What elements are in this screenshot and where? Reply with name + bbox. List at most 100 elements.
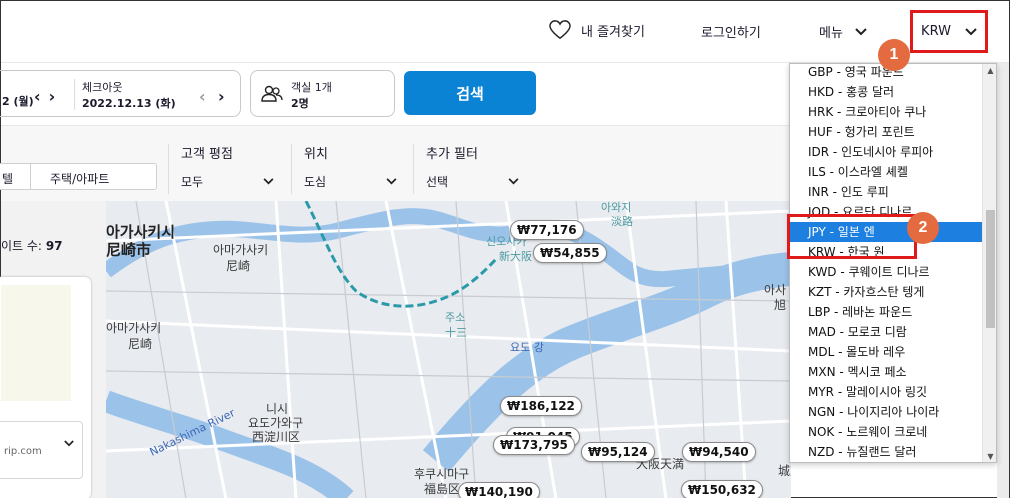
map-label-asahi: 아사: [764, 283, 787, 297]
date-prev-next-checkin[interactable]: ‹›: [34, 87, 63, 106]
filter-divider: [168, 144, 169, 194]
results-count-label: 이트 수:: [1, 239, 42, 253]
map-label-juso-jp: 十三: [445, 326, 467, 339]
currency-option[interactable]: HRK - 크로아티아 쿠나: [790, 102, 982, 122]
price-marker[interactable]: ₩94,540: [682, 442, 756, 462]
checkin-value: 2 (월): [2, 95, 34, 108]
currency-option[interactable]: MXN - 멕시코 페소: [790, 362, 982, 382]
currency-option[interactable]: INR - 인도 루피: [790, 182, 982, 202]
map-label-yodo-river: 요도 강: [510, 341, 544, 354]
currency-option[interactable]: NGN - 나이지리아 나이라: [790, 402, 982, 422]
map-label-amagasaki: 아마가사키: [213, 243, 269, 257]
chevron-down-icon: [855, 27, 867, 35]
currency-options: GBP - 영국 파운드 HKD - 홍콩 달러 HRK - 크로아티아 쿠나 HUF…: [790, 64, 982, 462]
map-label-joto-ku: 城東区: [778, 464, 791, 478]
currency-option[interactable]: MAD - 모로코 디람: [790, 322, 982, 342]
page-right-edge: [997, 63, 1009, 498]
date-prev-checkout[interactable]: ‹: [199, 87, 214, 106]
map-label-amagasaki-2-jp: 尼崎: [128, 337, 153, 351]
jpy-highlight-box: [787, 214, 917, 259]
favorites-link[interactable]: 내 즐겨찾기: [549, 20, 645, 40]
chevron-down-icon: [263, 178, 274, 185]
currency-option[interactable]: IDR - 인도네시아 루피아: [790, 142, 982, 162]
login-link[interactable]: 로그인하기: [701, 22, 761, 41]
provider-dropdown[interactable]: rip.com: [0, 421, 83, 479]
map-label-fukushima-ku-jp: 福島区: [424, 482, 461, 496]
currency-option[interactable]: MDL - 몰도바 레우: [790, 342, 982, 362]
location-value: 도심: [304, 175, 327, 189]
map-label-asahi-jp: 旭: [774, 298, 787, 312]
deal-area: [1, 285, 71, 401]
currency-option[interactable]: NZD - 뉴질랜드 달러: [790, 442, 982, 462]
filter-more[interactable]: 추가 필터 선택: [413, 126, 528, 202]
heart-icon: [549, 20, 571, 40]
filter-bar: 텔 주택/아파트 고객 평점 모두 위치 도심 추가 필터 선택: [0, 125, 791, 202]
top-navigation-bar: 내 즐겨찾기 로그인하기 메뉴 KRW: [1, 1, 1009, 63]
price-marker[interactable]: ₩95,124: [581, 442, 655, 462]
price-marker[interactable]: ₩140,190: [458, 482, 540, 498]
map-label-nishi: 니시: [266, 402, 289, 416]
date-next-checkout[interactable]: ›: [218, 87, 233, 106]
currency-option[interactable]: LBP - 레바논 파운드: [790, 302, 982, 322]
map-label-fukushima-ku: 후쿠시마구: [414, 467, 470, 481]
price-marker[interactable]: ₩54,855: [533, 243, 607, 263]
filter-divider: [413, 144, 414, 194]
guest-rating-title: 고객 평점: [181, 147, 233, 162]
property-type-toggle[interactable]: 텔 주택/아파트: [0, 163, 157, 190]
provider-name: rip.com: [4, 446, 42, 457]
currency-option[interactable]: ILS - 이스라엘 셰켈: [790, 162, 982, 182]
guest-rating-value: 모두: [181, 175, 204, 189]
price-marker[interactable]: ₩186,122: [500, 396, 582, 416]
more-filters-title: 추가 필터: [426, 147, 478, 162]
menu-button[interactable]: 메뉴: [819, 22, 867, 41]
filter-location[interactable]: 위치 도심: [291, 126, 406, 202]
currency-option[interactable]: KWD - 쿠웨이트 디나르: [790, 262, 982, 282]
checkout-label: 체크아웃: [82, 81, 123, 94]
chevron-down-icon: [965, 27, 977, 35]
currency-option[interactable]: MYR - 말레이시아 링깃: [790, 382, 982, 402]
rooms-label: 객실 1개: [291, 81, 332, 94]
map-label-yodogawa-ku: 요도가와구: [248, 416, 304, 430]
dropdown-scrollbar[interactable]: ▲ ▼: [982, 64, 996, 462]
location-title: 위치: [304, 147, 328, 162]
scroll-thumb[interactable]: [986, 210, 995, 328]
property-type-hotel[interactable]: 텔: [2, 170, 13, 187]
search-button[interactable]: 검색: [404, 71, 536, 115]
scroll-down-arrow[interactable]: ▼: [983, 450, 996, 462]
date-divider: [74, 79, 75, 110]
price-marker[interactable]: ₩77,176: [510, 220, 584, 240]
currency-option[interactable]: KZT - 카자흐스탄 텡게: [790, 282, 982, 302]
chevron-down-icon: [64, 440, 74, 447]
chevron-down-icon: [386, 178, 397, 185]
map-view[interactable]: 아가사키시 尼崎市 아마가사키 尼崎 아마가사키 尼崎 신오사카 新大阪 주소 …: [106, 201, 791, 498]
scroll-up-arrow[interactable]: ▲: [983, 64, 996, 78]
property-type-apartment[interactable]: 주택/아파트: [50, 170, 109, 187]
guests-icon: [261, 85, 283, 102]
guests-value: 2명: [291, 97, 309, 110]
map-label-awaji-jp: 淡路: [611, 215, 633, 228]
filter-divider: [291, 144, 292, 194]
map-label-amagasaki-2: 아마가사키: [106, 321, 162, 335]
map-label-juso: 주소: [445, 311, 466, 324]
filter-guest-rating[interactable]: 고객 평점 모두: [168, 126, 283, 202]
favorites-label: 내 즐겨찾기: [581, 24, 645, 40]
map-label-shin-osaka-jp: 新大阪: [499, 250, 532, 263]
date-picker[interactable]: 2 (월) ‹› 체크아웃 2022.12.13 (화) ‹ ›: [0, 70, 241, 117]
currency-selector-button[interactable]: KRW: [910, 10, 988, 53]
currency-dropdown-list[interactable]: GBP - 영국 파운드 HKD - 홍콩 달러 HRK - 크로아티아 쿠나 HUF…: [789, 63, 997, 463]
price-marker[interactable]: ₩150,632: [681, 480, 763, 498]
more-filters-value: 선택: [426, 175, 449, 189]
step-badge-1: 1: [878, 39, 910, 71]
currency-option[interactable]: NOK - 노르웨이 크로네: [790, 422, 982, 442]
results-count-value: 97: [45, 239, 63, 253]
map-label-amagasaki-city-jp: 尼崎市: [106, 241, 152, 259]
checkout-value: 2022.12.13 (화): [82, 97, 176, 110]
provider-container: rip.com: [0, 421, 83, 479]
menu-label: 메뉴: [819, 26, 843, 41]
results-count: 이트 수: 97: [1, 237, 63, 254]
currency-option[interactable]: HUF - 헝가리 포린트: [790, 122, 982, 142]
price-marker[interactable]: ₩173,795: [493, 435, 575, 455]
currency-option[interactable]: HKD - 홍콩 달러: [790, 82, 982, 102]
chevron-down-icon: [508, 178, 519, 185]
guest-room-picker[interactable]: 객실 1개 2명: [250, 70, 395, 117]
